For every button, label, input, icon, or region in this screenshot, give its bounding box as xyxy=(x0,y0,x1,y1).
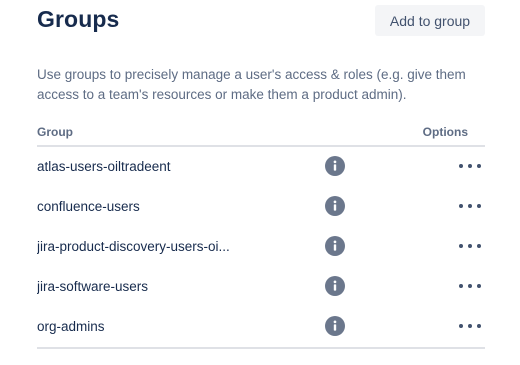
table-row: atlas-users-oiltradeent xyxy=(37,147,485,187)
more-horizontal-icon[interactable] xyxy=(459,156,481,176)
more-horizontal-icon[interactable] xyxy=(459,236,481,256)
more-horizontal-icon[interactable] xyxy=(459,196,481,216)
add-to-group-button[interactable]: Add to group xyxy=(375,5,485,36)
info-icon[interactable] xyxy=(325,316,345,336)
group-name[interactable]: jira-product-discovery-users-oi... xyxy=(37,239,297,254)
info-icon[interactable] xyxy=(325,156,345,176)
table-bottom-divider xyxy=(37,347,485,349)
info-icon[interactable] xyxy=(325,276,345,296)
column-header-group: Group xyxy=(37,125,73,139)
group-name[interactable]: org-admins xyxy=(37,319,297,334)
table-row: confluence-users xyxy=(37,187,485,227)
more-horizontal-icon[interactable] xyxy=(459,316,481,336)
table-header: Group Options xyxy=(37,123,485,147)
column-header-options: Options xyxy=(422,125,468,139)
page-title: Groups xyxy=(37,6,120,32)
groups-description: Use groups to precisely manage a user's … xyxy=(37,67,466,102)
table-row: jira-product-discovery-users-oi... xyxy=(37,227,485,267)
group-name[interactable]: atlas-users-oiltradeent xyxy=(37,159,297,174)
group-name[interactable]: confluence-users xyxy=(37,199,297,214)
table-row: jira-software-users xyxy=(37,267,485,307)
table-row: org-admins xyxy=(37,307,485,347)
more-horizontal-icon[interactable] xyxy=(459,276,481,296)
groups-table: Group Options atlas-users-oiltradeent co… xyxy=(37,123,485,349)
info-icon[interactable] xyxy=(325,236,345,256)
info-icon[interactable] xyxy=(325,196,345,216)
group-name[interactable]: jira-software-users xyxy=(37,279,297,294)
